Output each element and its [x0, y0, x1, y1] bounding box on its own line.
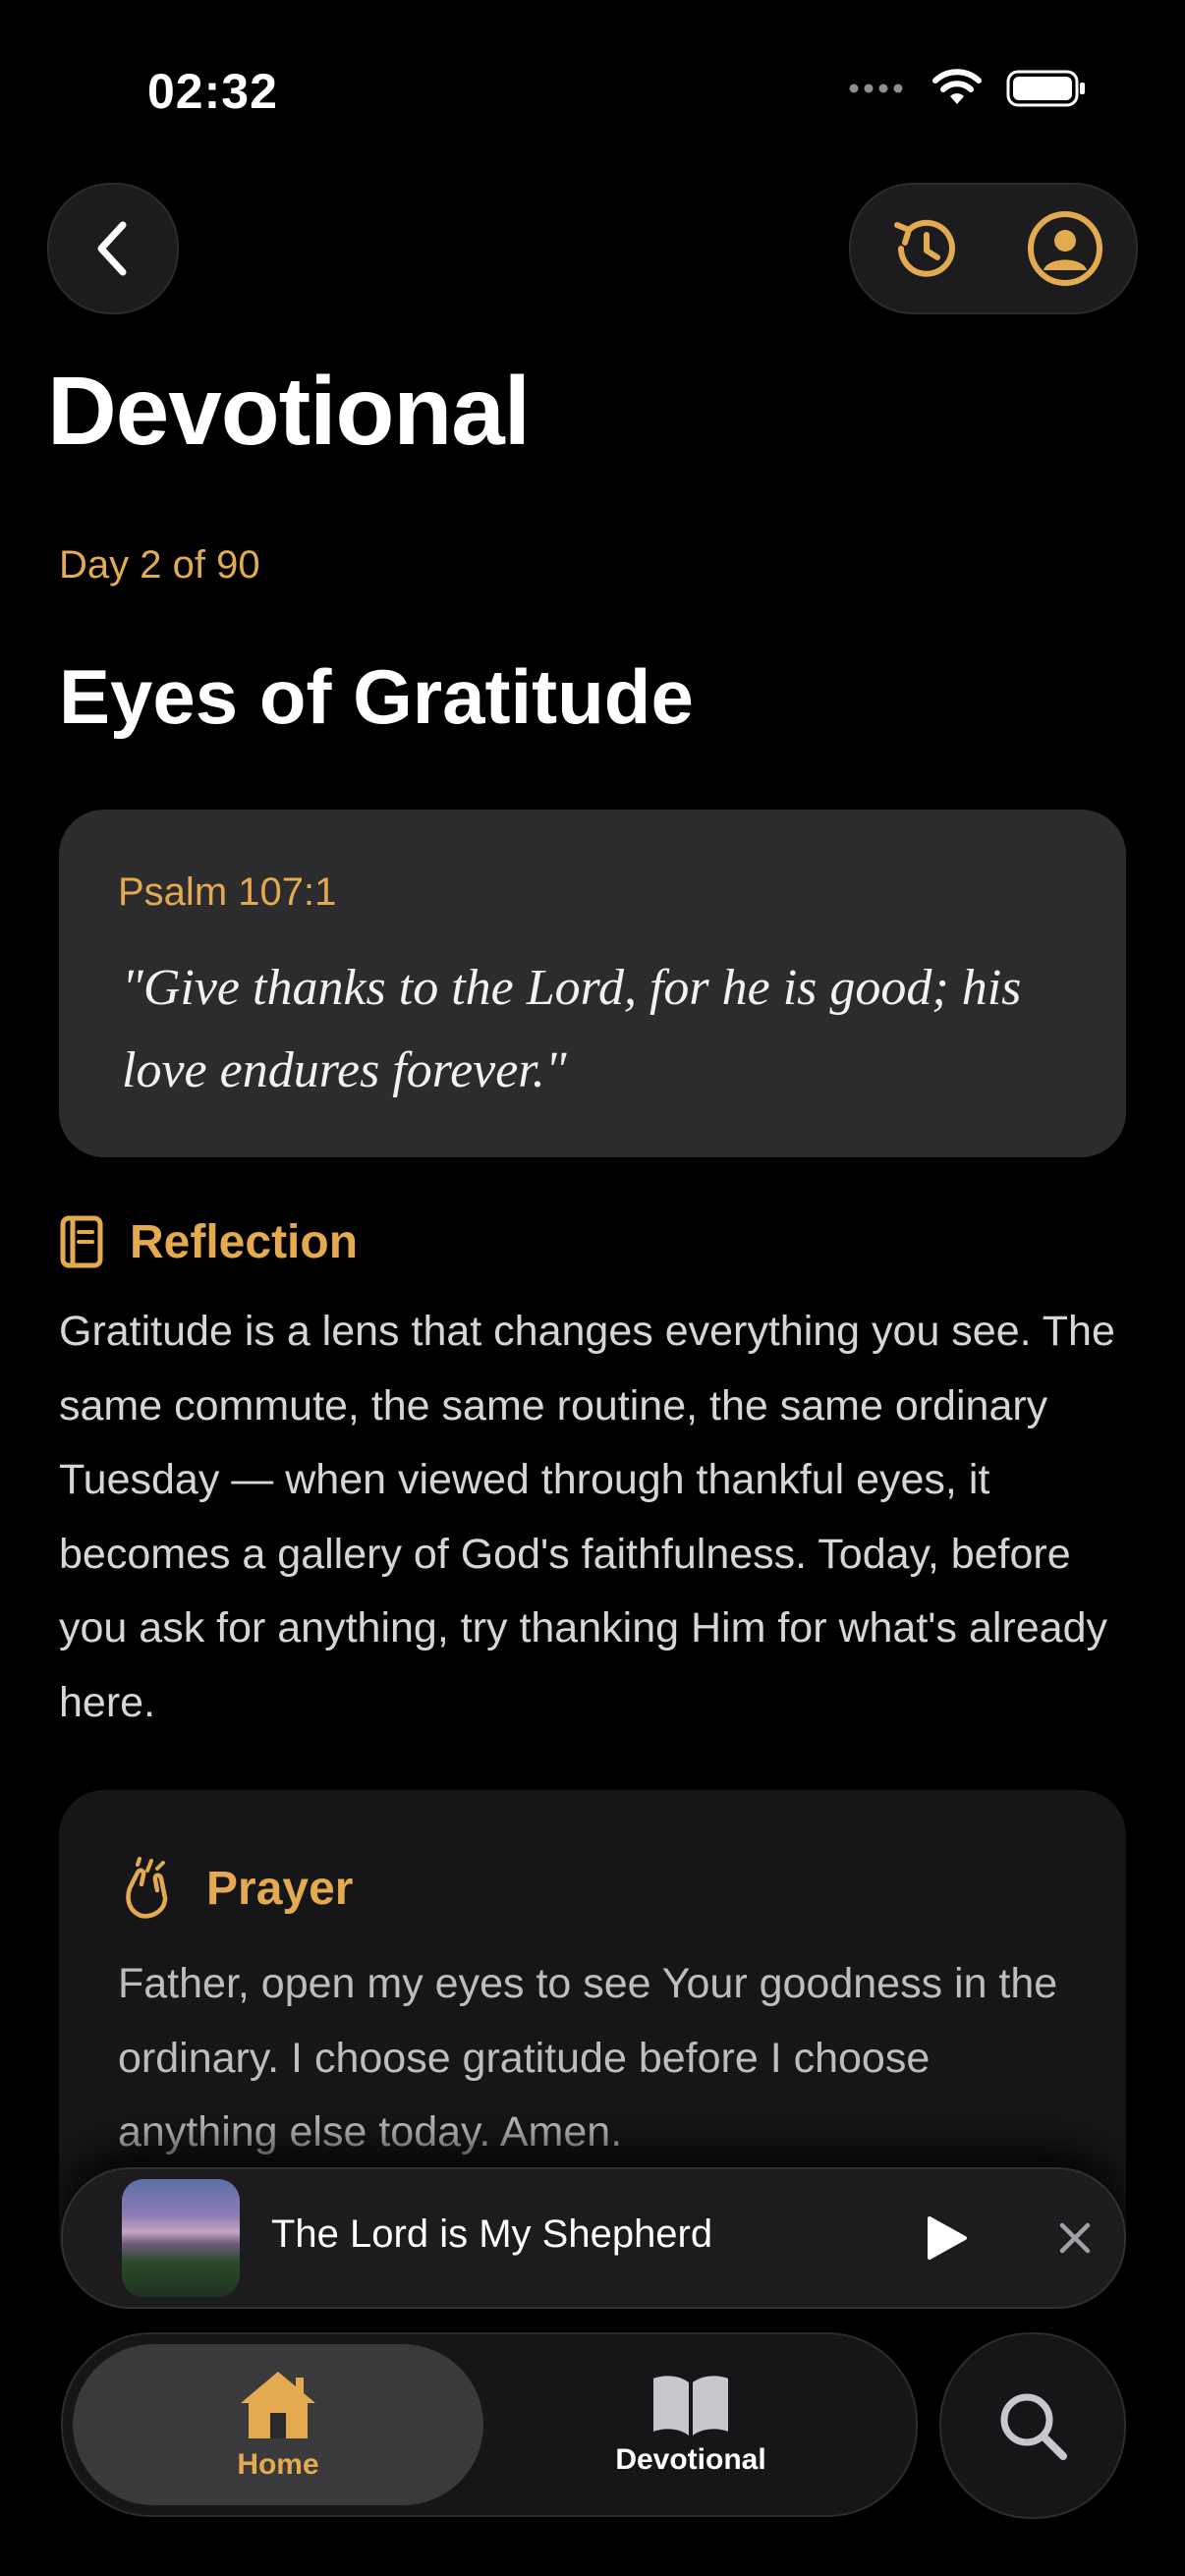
book-icon	[60, 1215, 103, 1268]
tab-home-label: Home	[237, 2448, 319, 2481]
person-circle-icon	[1027, 211, 1102, 286]
reflection-text: Gratitude is a lens that changes everyth…	[59, 1308, 1115, 1726]
chevron-left-icon	[97, 221, 127, 276]
status-time: 02:32	[147, 64, 278, 119]
reflection-header: Reflection	[59, 1214, 358, 1269]
history-button[interactable]	[853, 185, 995, 312]
header-actions	[849, 183, 1138, 314]
page-title: Devotional	[47, 357, 531, 465]
history-icon	[893, 219, 955, 277]
search-button[interactable]	[939, 2332, 1126, 2519]
scripture-text: "Give thanks to the Lord, for he is good…	[122, 960, 1022, 1098]
prayer-header: Prayer	[118, 1857, 353, 1920]
praying-hands-icon	[126, 1857, 168, 1919]
tab-devotional[interactable]: Devotional	[485, 2344, 896, 2505]
play-button[interactable]	[908, 2199, 987, 2277]
search-icon	[1000, 2393, 1067, 2460]
prayer-text: Father, open my eyes to see Your goodnes…	[118, 1960, 1058, 2156]
reflection-label: Reflection	[130, 1215, 359, 1268]
mini-player[interactable]: The Lord is My Shepherd	[61, 2167, 1126, 2309]
scripture-card: Psalm 107:1 "Give thanks to the Lord, fo…	[59, 810, 1126, 1157]
back-button[interactable]	[47, 183, 179, 314]
track-title: The Lord is My Shepherd	[271, 2212, 713, 2256]
tab-home[interactable]: Home	[73, 2344, 483, 2505]
day-progress-label: Day 2 of 90	[59, 543, 260, 587]
tab-bar: Home Devotional	[61, 2332, 918, 2517]
status-icons	[849, 69, 1087, 108]
battery-icon	[1006, 70, 1085, 107]
wifi-icon	[932, 69, 982, 104]
tab-devotional-label: Devotional	[615, 2443, 766, 2476]
close-icon	[1059, 2222, 1091, 2254]
signal-icon	[849, 84, 903, 93]
close-player-button[interactable]	[1036, 2199, 1114, 2277]
house-icon	[241, 2372, 315, 2438]
scripture-reference: Psalm 107:1	[118, 870, 337, 914]
profile-button[interactable]	[993, 185, 1136, 312]
book-open-icon	[653, 2376, 728, 2436]
devotional-title: Eyes of Gratitude	[59, 653, 694, 740]
play-icon	[928, 2216, 967, 2260]
track-artwork	[122, 2179, 240, 2297]
prayer-label: Prayer	[206, 1862, 354, 1915]
